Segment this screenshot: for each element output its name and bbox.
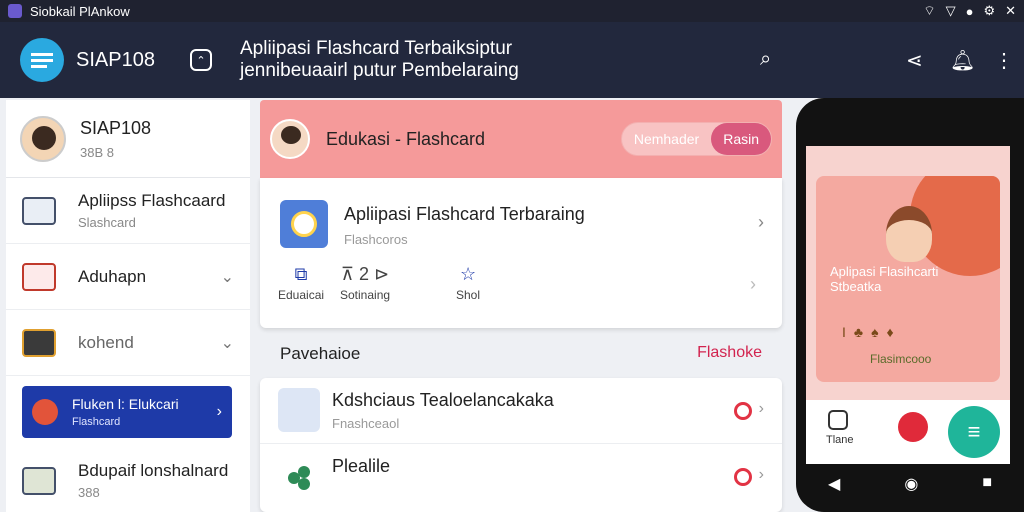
sidebar-item-label: kohend xyxy=(78,332,134,352)
phone-screen: Aplipasi Flasihcarti Stbeatka I♣♠♦ Flasi… xyxy=(806,146,1010,464)
profile-name: SIAP108 xyxy=(80,117,152,138)
search-icon[interactable]: ⌕ xyxy=(760,48,771,71)
section-title: Pavehaioe xyxy=(280,344,361,363)
chevron-down-icon[interactable]: ⌄ xyxy=(221,333,234,353)
document-icon xyxy=(22,262,56,291)
progress-icon: ⊼ 2 ⊳ xyxy=(340,264,390,284)
phone-flashcard[interactable]: Aplipasi Flasihcarti Stbeatka I♣♠♦ Flasi… xyxy=(816,176,1000,382)
sidebar-item-sub: Flashcard xyxy=(72,416,121,428)
sidebar-item-label: Aduhapn xyxy=(78,266,147,286)
sidebar: SIAP108 38B 8 Apliipss Flashcaard Slashc… xyxy=(6,100,250,512)
status-icons: ⌔ ▽ ● ⚙ ✕ xyxy=(923,3,1016,19)
card-action-label: Shol xyxy=(456,288,481,302)
app-card-icon xyxy=(280,200,328,248)
card-action-star[interactable]: ☆ Shol xyxy=(456,264,480,302)
menu-fab[interactable]: ≡ xyxy=(948,406,1000,458)
card-title: Apliipasi Flashcard Terbaraing xyxy=(344,204,585,224)
sidebar-item-label: Apliipss Flashcaard xyxy=(78,191,226,210)
user-profile[interactable]: SIAP108 38B 8 xyxy=(6,100,250,178)
card-action-settings[interactable]: ⊼ 2 ⊳ Sotinaing xyxy=(340,264,390,302)
notification-icon[interactable]: 🔔︎ xyxy=(950,48,975,73)
item-list: Kdshciaus Tealoelancakaka Fnashceaol › P… xyxy=(260,378,782,512)
record-button[interactable] xyxy=(898,412,928,442)
card-action-edu[interactable]: ⧉ Eduaicai xyxy=(278,264,324,302)
phone-card-title: Aplipasi Flasihcarti Stbeatka xyxy=(830,264,939,294)
card-action-label: Eduaicai xyxy=(278,288,325,302)
phone-bar-label: Tlane xyxy=(826,434,854,446)
phone-bottom-bar: Tlane ≡ xyxy=(806,400,1010,464)
back-icon[interactable]: ◀ xyxy=(828,474,840,498)
section-header: Pavehaioe Flashoke xyxy=(280,344,762,366)
page-title: Apliipasi Flashcard Terbaiksiptur jennib… xyxy=(240,38,519,81)
sidebar-item-kohend[interactable]: kohend ⌄ xyxy=(6,310,250,376)
copy-icon: ⧉ xyxy=(294,264,308,284)
recents-icon[interactable]: ■ xyxy=(982,474,992,498)
signal-icon: ▽ xyxy=(945,3,956,18)
card-action-label: Sotinaing xyxy=(340,288,391,302)
sidebar-item-label: Fluken l: Elukcari xyxy=(72,396,179,412)
badge-icon xyxy=(32,399,58,425)
toggle-option-left[interactable]: Nemhader xyxy=(622,123,711,155)
sidebar-item-active[interactable]: Fluken l: Elukcari Flashcard › xyxy=(22,386,232,438)
chevron-down-icon[interactable]: ⌄ xyxy=(221,267,234,287)
target-icon xyxy=(734,402,752,420)
chevron-right-icon[interactable]: › xyxy=(758,212,764,233)
person-illustration xyxy=(886,206,932,262)
sidebar-item-flashcard[interactable]: Apliipss Flashcaard Slashcard xyxy=(6,178,250,244)
menu-icon xyxy=(31,53,53,68)
home-circle-icon[interactable]: ◉ xyxy=(904,474,918,498)
chevron-right-icon[interactable]: › xyxy=(217,403,222,421)
banner-avatar xyxy=(270,119,310,159)
star-icon: ☆ xyxy=(459,264,477,284)
phone-nav-bar: ◀ ◉ ■ xyxy=(796,474,1024,498)
list-item[interactable]: Plealile › xyxy=(260,444,782,510)
chevron-right-icon[interactable]: › xyxy=(759,400,764,418)
profile-sub: 38B 8 xyxy=(80,144,114,160)
target-icon xyxy=(734,468,752,486)
brand-name: SIAP108 xyxy=(76,48,155,71)
battery-icon: ● xyxy=(965,3,974,19)
phone-card-subtitle: Flasimcooo xyxy=(870,352,932,366)
status-bar-title: Siobkail PlAnkow xyxy=(30,3,130,19)
sidebar-item-aduhapn[interactable]: Aduhapn ⌄ xyxy=(6,244,250,310)
list-item-title: Plealile xyxy=(332,456,391,476)
toggle-option-right[interactable]: Rasin xyxy=(711,123,771,155)
sidebar-item-bdupaif[interactable]: Bdupaif lonshalnard 388 xyxy=(6,448,250,512)
app-logo[interactable] xyxy=(20,38,64,82)
close-icon[interactable]: ✕ xyxy=(1005,3,1016,19)
chevron-right-icon[interactable]: › xyxy=(759,466,764,484)
folder-icon xyxy=(278,388,320,432)
sidebar-item-label: Bdupaif lonshalnard xyxy=(78,461,229,480)
app-header: SIAP108 ⌃ Apliipasi Flashcard Terbaiksip… xyxy=(0,22,1024,98)
section-link[interactable]: Flashoke xyxy=(697,344,762,362)
device-icon xyxy=(22,328,56,357)
more-options-icon[interactable]: ⋮ xyxy=(994,48,1014,73)
list-item-subtitle: Fnashceaol xyxy=(332,416,400,431)
list-item-title: Kdshciaus Tealoelancakaka xyxy=(332,390,554,410)
card-subtitle: Flashcoros xyxy=(344,232,408,247)
home-icon[interactable] xyxy=(828,410,848,430)
featured-card[interactable]: Apliipasi Flashcard Terbaraing Flashcoro… xyxy=(260,178,782,328)
leaf-icon xyxy=(278,454,320,498)
map-icon xyxy=(22,466,56,495)
avatar xyxy=(20,115,66,162)
screen-icon xyxy=(22,196,56,225)
share-icon[interactable]: ⋖ xyxy=(906,48,923,73)
wifi-icon: ⌔ xyxy=(923,3,936,18)
settings-icon[interactable]: ⚙ xyxy=(983,3,995,19)
props-illustration: I♣♠♦ xyxy=(842,324,902,340)
status-bar: Siobkail PlAnkow ⌔ ▽ ● ⚙ ✕ xyxy=(0,0,1024,22)
banner-title: Edukasi - Flashcard xyxy=(326,128,486,149)
sidebar-item-sub: 388 xyxy=(78,485,100,500)
banner-toggle: Nemhader Rasin xyxy=(620,122,772,156)
app-icon xyxy=(8,4,22,18)
phone-preview: Aplipasi Flasihcarti Stbeatka I♣♠♦ Flasi… xyxy=(796,98,1024,512)
course-banner: Edukasi - Flashcard Nemhader Rasin xyxy=(260,100,782,178)
chevron-right-icon[interactable]: › xyxy=(750,274,756,295)
main-content: Edukasi - Flashcard Nemhader Rasin Aplii… xyxy=(260,100,782,512)
sidebar-item-sub: Slashcard xyxy=(78,215,136,230)
collapse-sidebar-button[interactable]: ⌃ xyxy=(190,49,212,71)
list-item[interactable]: Kdshciaus Tealoelancakaka Fnashceaol › xyxy=(260,378,782,444)
